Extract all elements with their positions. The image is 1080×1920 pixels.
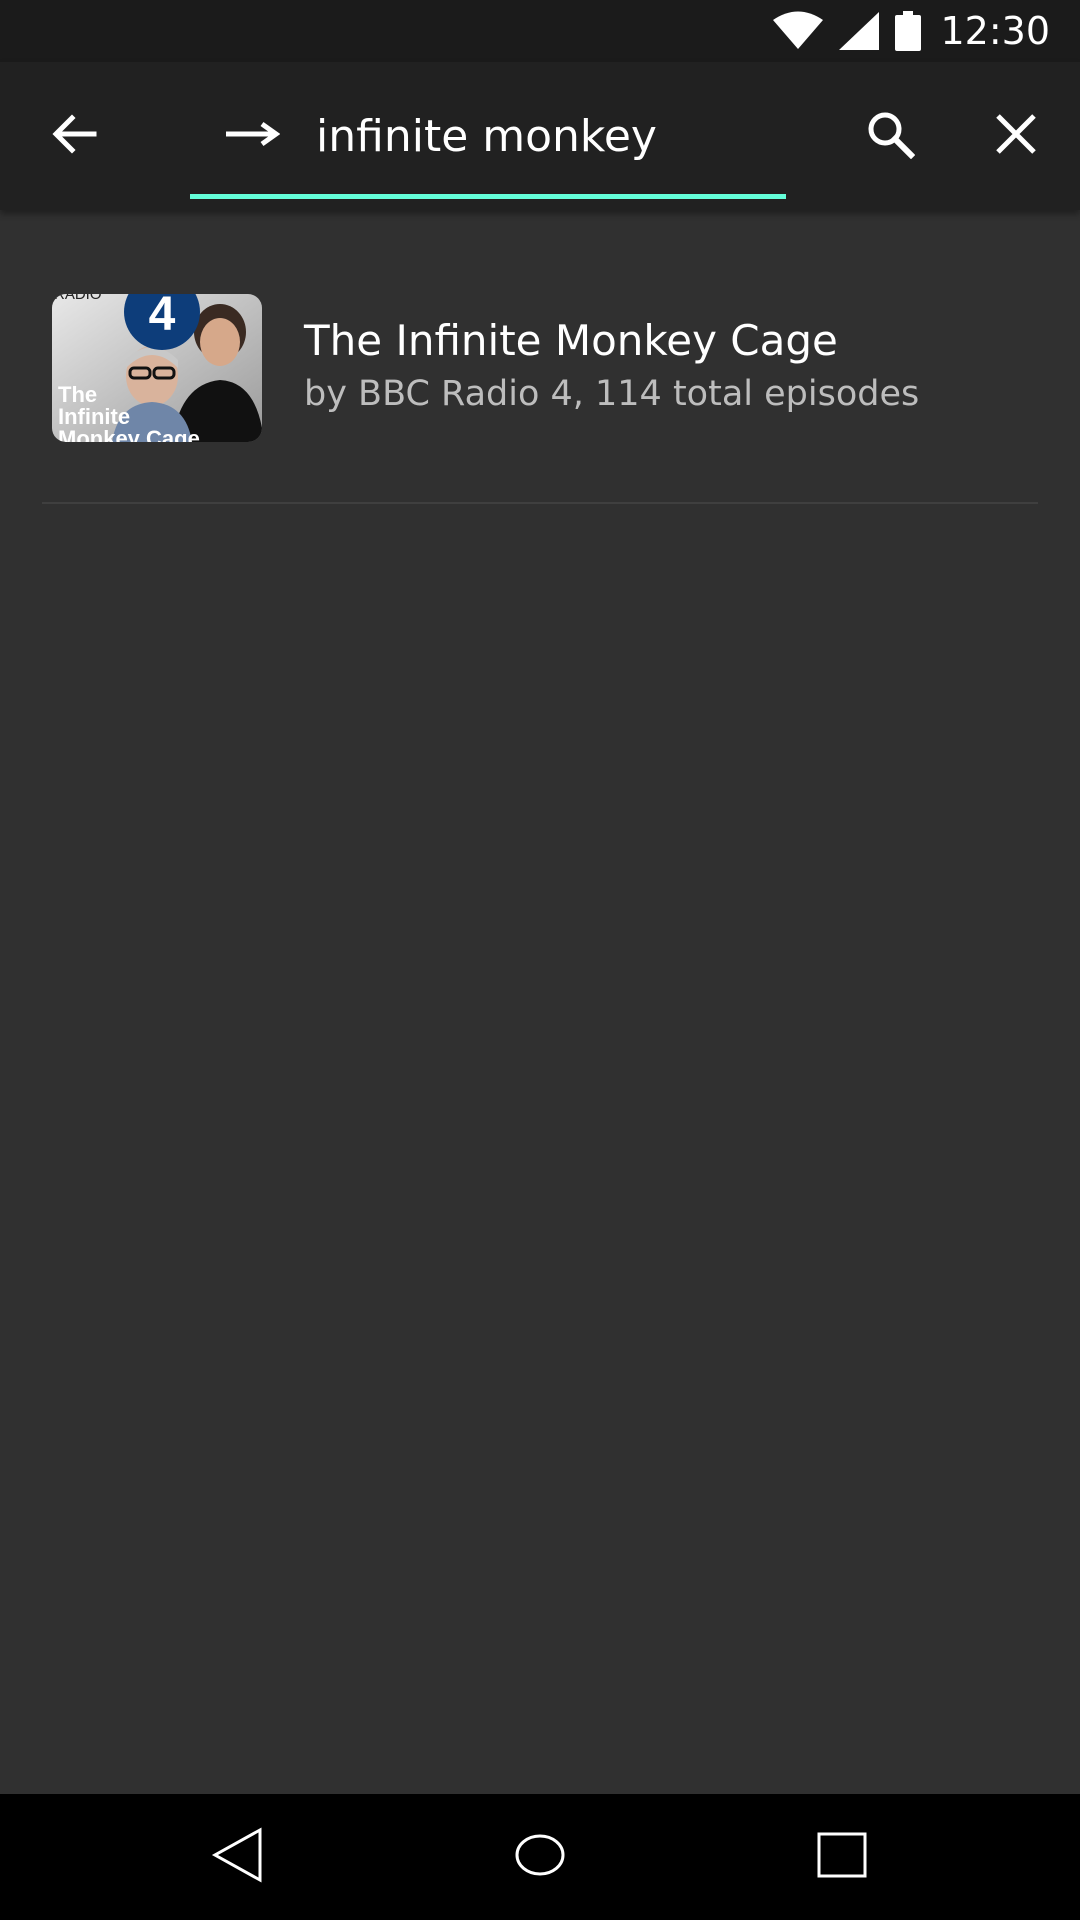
search-toolbar: [0, 62, 1080, 210]
clear-search-button[interactable]: [966, 62, 1066, 210]
cell-signal-icon: [838, 11, 880, 51]
arrow-forward-icon: [224, 114, 281, 159]
status-clock: 12:30: [940, 9, 1050, 53]
screen: 12:30 infinite monkey 4 RADIO The Infini…: [0, 0, 1080, 1920]
svg-text:RADIO: RADIO: [54, 294, 102, 303]
svg-text:4: 4: [149, 294, 176, 341]
arrow-back-icon: [50, 110, 98, 163]
nav-home-button[interactable]: [460, 1794, 620, 1920]
podcast-result-item[interactable]: 4 RADIO The Infinite Monkey Cage The Inf…: [0, 262, 1080, 502]
close-icon: [994, 112, 1038, 161]
nav-back-icon: [210, 1826, 266, 1888]
search-input[interactable]: [316, 106, 776, 166]
nav-recents-icon: [817, 1832, 867, 1883]
system-nav-bar: [0, 1794, 1080, 1920]
search-field[interactable]: [190, 62, 786, 210]
podcast-subtitle: by BBC Radio 4, 114 total episodes: [304, 374, 920, 414]
search-icon: [865, 109, 916, 164]
search-underline: [190, 194, 786, 199]
status-icons: 12:30: [758, 0, 1050, 62]
nav-back-button[interactable]: [158, 1794, 318, 1920]
back-button[interactable]: [24, 62, 124, 210]
nav-home-icon: [514, 1833, 566, 1882]
status-bar: 12:30: [0, 0, 1080, 62]
nav-recents-button[interactable]: [762, 1794, 922, 1920]
podcast-artwork: 4 RADIO The Infinite Monkey Cage: [52, 294, 262, 442]
wifi-icon: [772, 11, 824, 51]
search-button[interactable]: [840, 62, 940, 210]
podcast-title: The Infinite Monkey Cage: [304, 316, 838, 365]
svg-text:Monkey Cage: Monkey Cage: [58, 426, 200, 442]
battery-icon: [894, 11, 922, 51]
list-divider: [42, 502, 1038, 504]
